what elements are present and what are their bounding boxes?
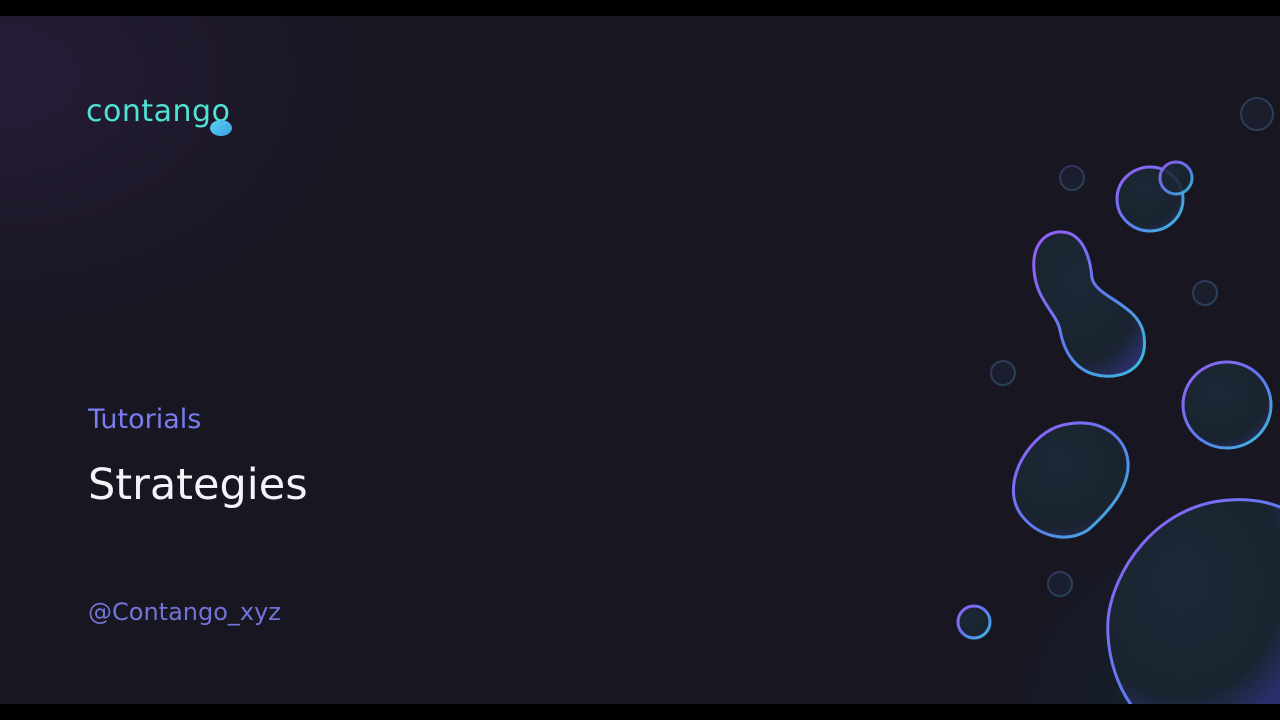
bubble-icon	[1059, 165, 1085, 191]
bubble-icon	[990, 360, 1016, 386]
title-slide: contango Tutorials Strategies @Contango_…	[0, 16, 1280, 704]
bubble-icon	[1158, 160, 1194, 196]
bubble-icon	[956, 604, 992, 640]
bubble-icon	[1181, 360, 1273, 450]
bubble-icon	[1192, 280, 1218, 306]
bubble-icon	[1011, 421, 1130, 539]
bubble-icon	[1240, 97, 1274, 131]
bubbles-decoration	[956, 97, 1280, 704]
bubble-icon	[1047, 571, 1073, 597]
video-frame: contango Tutorials Strategies @Contango_…	[0, 0, 1280, 720]
bubble-icon	[1032, 230, 1146, 378]
bubble-icon	[1106, 498, 1280, 704]
